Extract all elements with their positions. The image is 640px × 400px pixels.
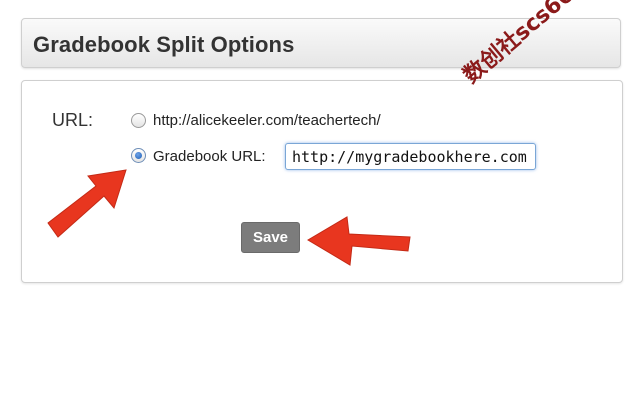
arrow-to-save-icon (307, 216, 411, 266)
annotation-arrows (47, 169, 411, 266)
arrow-to-radio-icon (47, 169, 127, 238)
